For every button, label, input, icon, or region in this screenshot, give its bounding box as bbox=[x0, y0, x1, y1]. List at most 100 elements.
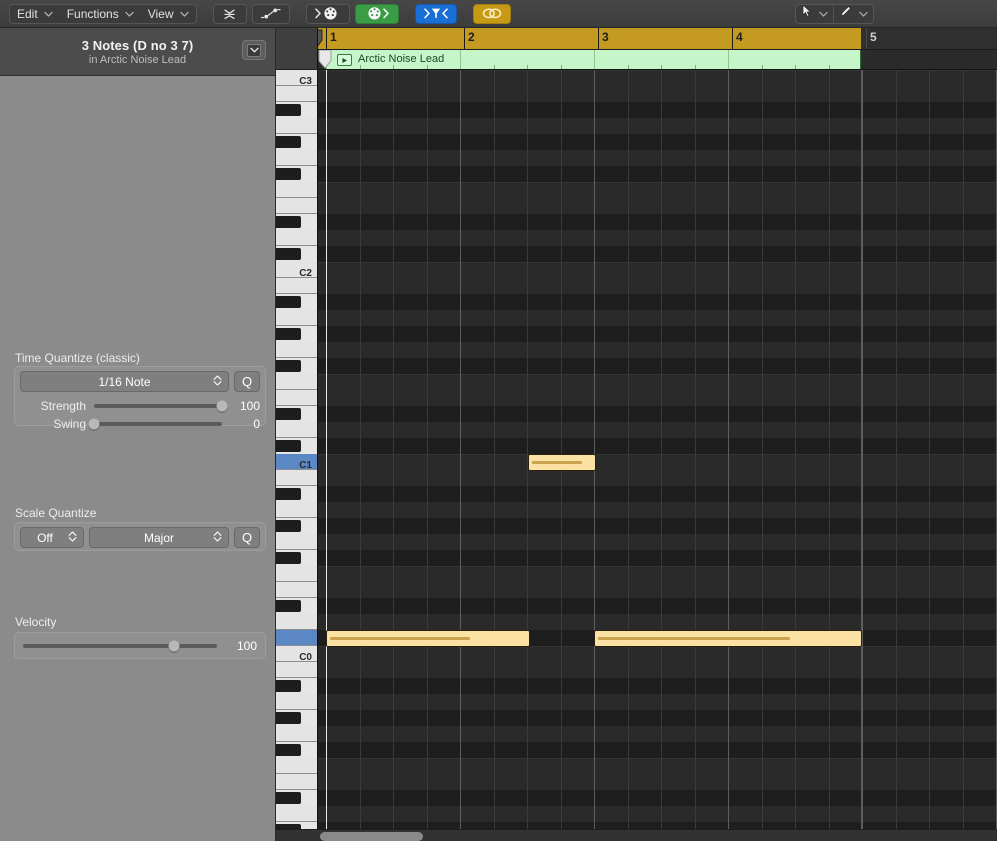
swing-slider-knob[interactable] bbox=[88, 418, 100, 430]
chevron-down-icon[interactable] bbox=[819, 11, 828, 17]
piano-key-Fsharp2[interactable] bbox=[276, 360, 301, 372]
piano-key-Asharp0[interactable] bbox=[276, 680, 301, 692]
midi-note[interactable] bbox=[326, 630, 530, 647]
piano-key-Csharp1[interactable] bbox=[276, 632, 301, 644]
piano-key-G2[interactable] bbox=[276, 342, 317, 358]
piano-key-D1[interactable] bbox=[276, 614, 317, 630]
piano-key-G1[interactable] bbox=[276, 534, 317, 550]
grid-bar-line bbox=[862, 70, 863, 832]
pencil-tool[interactable] bbox=[834, 5, 873, 23]
menu-edit-label: Edit bbox=[17, 6, 38, 21]
piano-key-E2[interactable] bbox=[276, 390, 317, 406]
piano-roll-grid[interactable] bbox=[318, 70, 997, 832]
piano-key-G0[interactable] bbox=[276, 726, 317, 742]
piano-key-D0[interactable] bbox=[276, 806, 317, 822]
collapse-vertical-icon bbox=[222, 6, 237, 21]
time-quantize-q-button[interactable]: Q bbox=[234, 371, 260, 392]
piano-key-A2[interactable] bbox=[276, 310, 317, 326]
grid-bar-line bbox=[594, 70, 595, 832]
chain-link-icon bbox=[481, 6, 503, 21]
midi-out-button[interactable] bbox=[354, 3, 399, 24]
piano-key-Asharp2[interactable] bbox=[276, 296, 301, 308]
piano-key-Dsharp2[interactable] bbox=[276, 408, 301, 420]
piano-key-G3[interactable] bbox=[276, 150, 317, 166]
piano-key-Dsharp1[interactable] bbox=[276, 600, 301, 612]
piano-keyboard[interactable]: C3 C2 C1 C0 bbox=[276, 70, 318, 832]
piano-key-Csharp2[interactable] bbox=[276, 440, 301, 452]
piano-key-E3[interactable] bbox=[276, 198, 317, 214]
piano-key-Gsharp1[interactable] bbox=[276, 520, 301, 532]
velocity-value: 100 bbox=[236, 638, 257, 653]
strength-slider-knob[interactable] bbox=[216, 400, 228, 412]
piano-key-E0[interactable] bbox=[276, 774, 317, 790]
scale-quantize-root-label: Off bbox=[37, 530, 53, 545]
note-line-button[interactable] bbox=[251, 3, 290, 24]
chevron-down-icon[interactable] bbox=[859, 11, 868, 17]
piano-key-F2[interactable] bbox=[276, 374, 317, 390]
grid-beat-line bbox=[628, 70, 629, 832]
piano-key-F3[interactable] bbox=[276, 182, 317, 198]
ruler-active-range[interactable] bbox=[318, 28, 861, 49]
velocity-slider-knob[interactable] bbox=[168, 640, 180, 651]
piano-key-A3[interactable] bbox=[276, 118, 317, 134]
strength-slider[interactable] bbox=[94, 400, 228, 412]
pointer-tool[interactable] bbox=[796, 4, 833, 23]
chevron-down-icon bbox=[44, 11, 53, 17]
piano-key-B1[interactable] bbox=[276, 470, 317, 486]
horizontal-scrollbar-thumb[interactable] bbox=[320, 832, 423, 841]
midi-note[interactable] bbox=[528, 454, 596, 471]
region-strip[interactable]: Arctic Noise Lead bbox=[318, 50, 997, 70]
piano-key-Fsharp0[interactable] bbox=[276, 744, 301, 756]
piano-key-D3[interactable] bbox=[276, 230, 317, 246]
playhead-marker[interactable] bbox=[318, 28, 326, 49]
piano-key-Gsharp3[interactable] bbox=[276, 136, 301, 148]
piano-key-F1[interactable] bbox=[276, 566, 317, 582]
menu-view[interactable]: View bbox=[141, 5, 196, 23]
piano-key-C0[interactable] bbox=[276, 646, 317, 662]
piano-key-E1[interactable] bbox=[276, 582, 317, 598]
scale-quantize-scale-select[interactable]: Major bbox=[89, 527, 229, 548]
piano-key-C3[interactable] bbox=[276, 70, 317, 86]
page-title: 3 Notes (D no 3 7) bbox=[81, 37, 194, 53]
region-play-icon[interactable] bbox=[337, 54, 352, 66]
piano-key-Fsharp3[interactable] bbox=[276, 168, 301, 180]
scale-quantize-root-select[interactable]: Off bbox=[20, 527, 84, 548]
grid-bar-line bbox=[728, 70, 729, 832]
velocity-slider[interactable] bbox=[23, 640, 217, 651]
piano-key-B3[interactable] bbox=[276, 86, 317, 102]
piano-key-Gsharp0[interactable] bbox=[276, 712, 301, 724]
menu-edit[interactable]: Edit bbox=[10, 5, 60, 23]
piano-key-D2[interactable] bbox=[276, 422, 317, 438]
piano-key-Gsharp2[interactable] bbox=[276, 328, 301, 340]
piano-key-Dsharp3[interactable] bbox=[276, 216, 301, 228]
piano-key-B2[interactable] bbox=[276, 278, 317, 294]
piano-key-Asharp3[interactable] bbox=[276, 104, 301, 116]
piano-key-Fsharp1[interactable] bbox=[276, 552, 301, 564]
swing-slider[interactable] bbox=[88, 418, 222, 430]
ruler-bar-tick bbox=[866, 28, 867, 49]
piano-key-C1[interactable] bbox=[276, 454, 317, 470]
inspector-disclosure-button[interactable] bbox=[242, 40, 266, 60]
scrollbar-corner bbox=[276, 829, 318, 841]
collapse-expand-button[interactable] bbox=[212, 3, 247, 24]
piano-key-Asharp1[interactable] bbox=[276, 488, 301, 500]
piano-key-B0[interactable] bbox=[276, 662, 317, 678]
scale-quantize-q-button[interactable]: Q bbox=[234, 527, 260, 548]
piano-key-A0[interactable] bbox=[276, 694, 317, 710]
piano-key-A1[interactable] bbox=[276, 502, 317, 518]
time-quantize-value-select[interactable]: 1/16 Note bbox=[20, 371, 229, 392]
midi-filter-button[interactable] bbox=[414, 3, 457, 24]
piano-key-F0[interactable] bbox=[276, 758, 317, 774]
midi-in-button[interactable] bbox=[305, 3, 350, 24]
note-velocity-bar bbox=[598, 637, 790, 640]
piano-key-C2[interactable] bbox=[276, 262, 317, 278]
up-down-arrows-icon bbox=[68, 530, 77, 546]
link-button[interactable] bbox=[472, 3, 511, 24]
menu-functions[interactable]: Functions bbox=[60, 5, 141, 23]
horizontal-scrollbar[interactable] bbox=[318, 829, 997, 841]
midi-note[interactable] bbox=[594, 630, 862, 647]
timeline-ruler[interactable]: 1 2 3 4 5 bbox=[318, 28, 997, 50]
ruler-bar-number: 4 bbox=[736, 30, 743, 44]
piano-key-Dsharp0[interactable] bbox=[276, 792, 301, 804]
piano-key-Csharp3[interactable] bbox=[276, 248, 301, 260]
